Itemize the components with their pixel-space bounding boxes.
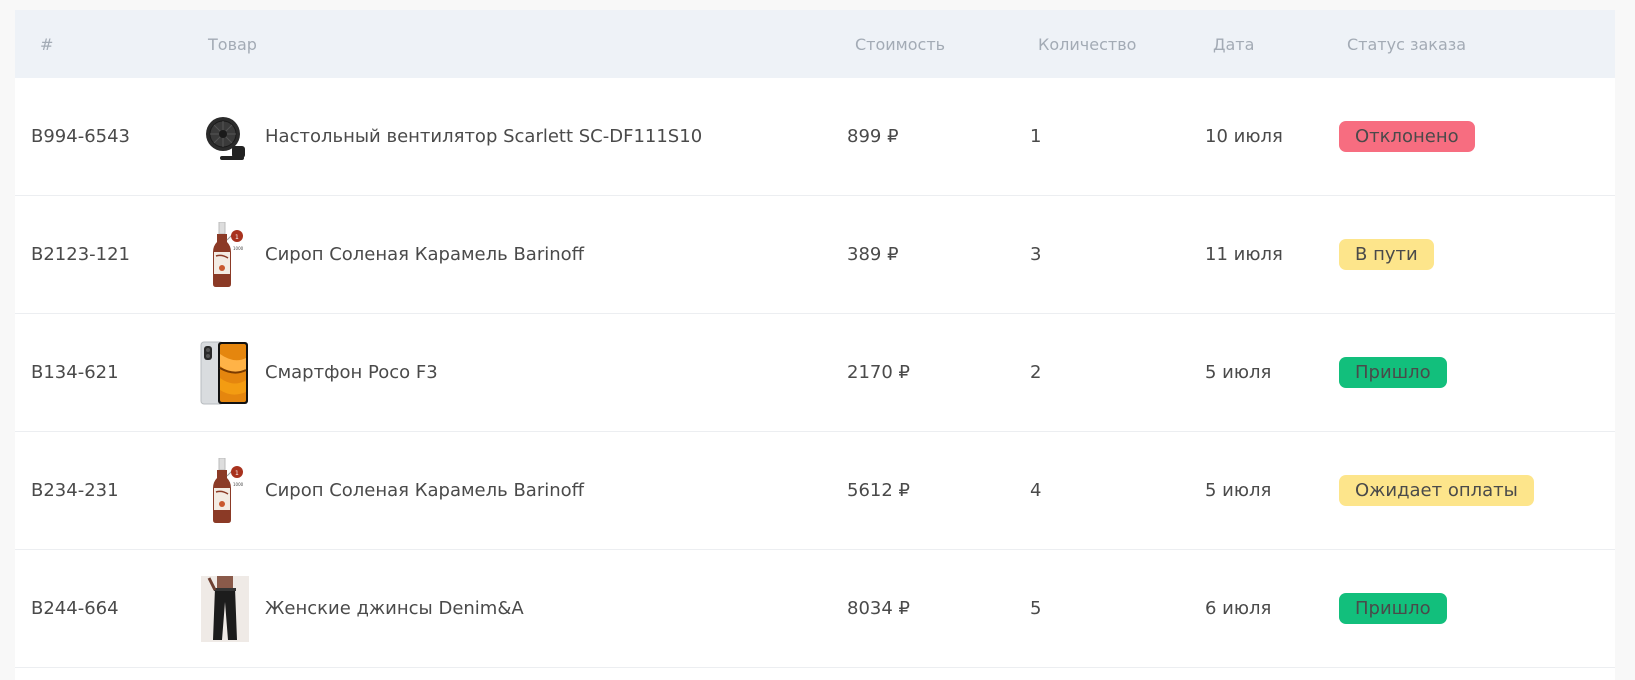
order-date: 10 июля	[1205, 126, 1283, 147]
svg-text:1: 1	[235, 234, 239, 241]
svg-text:1000: 1000	[233, 482, 244, 487]
table-row[interactable]: B234-231 1 1000 Сироп Соленая Карамель B…	[15, 432, 1615, 550]
order-quantity: 1	[1030, 126, 1042, 147]
status-cell: Пришло	[1339, 593, 1615, 624]
status-cell: В пути	[1339, 239, 1615, 270]
status-cell: Отклонено	[1339, 121, 1615, 152]
product-name[interactable]: Настольный вентилятор Scarlett SC-DF111S…	[265, 126, 702, 147]
order-quantity: 2	[1030, 362, 1042, 383]
fan-icon[interactable]	[200, 104, 250, 170]
syrup-bottle-icon[interactable]: 1 1000	[200, 221, 250, 288]
status-badge: Пришло	[1339, 593, 1447, 624]
order-date: 5 июля	[1205, 480, 1272, 501]
table-row[interactable]: B244-664 Женские джинсы Denim&A 8034 ₽ 5…	[15, 550, 1615, 668]
product-name[interactable]: Сироп Соленая Карамель Barinoff	[265, 480, 584, 501]
order-cost: 389 ₽	[847, 244, 899, 265]
order-cost: 8034 ₽	[847, 598, 910, 619]
table-header: # Товар Стоимость Количество Дата Статус…	[15, 10, 1615, 78]
status-badge: Отклонено	[1339, 121, 1475, 152]
product-cell: Настольный вентилятор Scarlett SC-DF111S…	[200, 104, 847, 170]
status-badge: В пути	[1339, 239, 1434, 270]
header-status[interactable]: Статус заказа	[1339, 35, 1615, 54]
status-cell: Ожидает оплаты	[1339, 475, 1615, 506]
syrup-bottle-icon[interactable]: 1 1000	[200, 457, 250, 524]
header-cost[interactable]: Стоимость	[847, 35, 1030, 54]
status-badge: Пришло	[1339, 357, 1447, 388]
svg-text:1: 1	[235, 470, 239, 477]
order-cost: 899 ₽	[847, 126, 899, 147]
order-cost: 2170 ₽	[847, 362, 910, 383]
order-quantity: 4	[1030, 480, 1042, 501]
product-name[interactable]: Женские джинсы Denim&A	[265, 598, 524, 619]
order-quantity: 3	[1030, 244, 1042, 265]
product-cell: 1 1000 Сироп Соленая Карамель Barinoff	[200, 457, 847, 524]
table-row[interactable]: B994-6543 Настольный вентилятор Scarlett…	[15, 78, 1615, 196]
order-id: B2123-121	[31, 244, 131, 265]
product-name[interactable]: Смартфон Poco F3	[265, 362, 438, 383]
product-cell: Смартфон Poco F3	[200, 340, 847, 406]
order-id: B234-231	[31, 480, 119, 501]
header-quantity[interactable]: Количество	[1030, 35, 1205, 54]
product-cell: Женские джинсы Denim&A	[200, 575, 847, 642]
header-date[interactable]: Дата	[1205, 35, 1339, 54]
header-product[interactable]: Товар	[200, 35, 847, 54]
status-badge: Ожидает оплаты	[1339, 475, 1534, 506]
order-id: B994-6543	[31, 126, 131, 147]
order-id: B244-664	[31, 598, 119, 619]
order-quantity: 5	[1030, 598, 1042, 619]
product-cell: 1 1000 Сироп Соленая Карамель Barinoff	[200, 221, 847, 288]
svg-text:1000: 1000	[233, 246, 244, 251]
table-row[interactable]: B2123-121 1 1000 Сироп Соленая Карамель …	[15, 196, 1615, 314]
header-id[interactable]: #	[15, 35, 200, 54]
order-id: B134-621	[31, 362, 119, 383]
status-cell: Пришло	[1339, 357, 1615, 388]
order-cost: 5612 ₽	[847, 480, 910, 501]
order-date: 5 июля	[1205, 362, 1272, 383]
product-name[interactable]: Сироп Соленая Карамель Barinoff	[265, 244, 584, 265]
orders-table: # Товар Стоимость Количество Дата Статус…	[15, 10, 1615, 680]
smartphone-icon[interactable]	[200, 340, 250, 406]
order-date: 11 июля	[1205, 244, 1283, 265]
jeans-icon[interactable]	[200, 575, 250, 642]
order-date: 6 июля	[1205, 598, 1272, 619]
table-row[interactable]: B134-621 Смартфон Poco F3 2170 ₽ 2 5 июл…	[15, 314, 1615, 432]
